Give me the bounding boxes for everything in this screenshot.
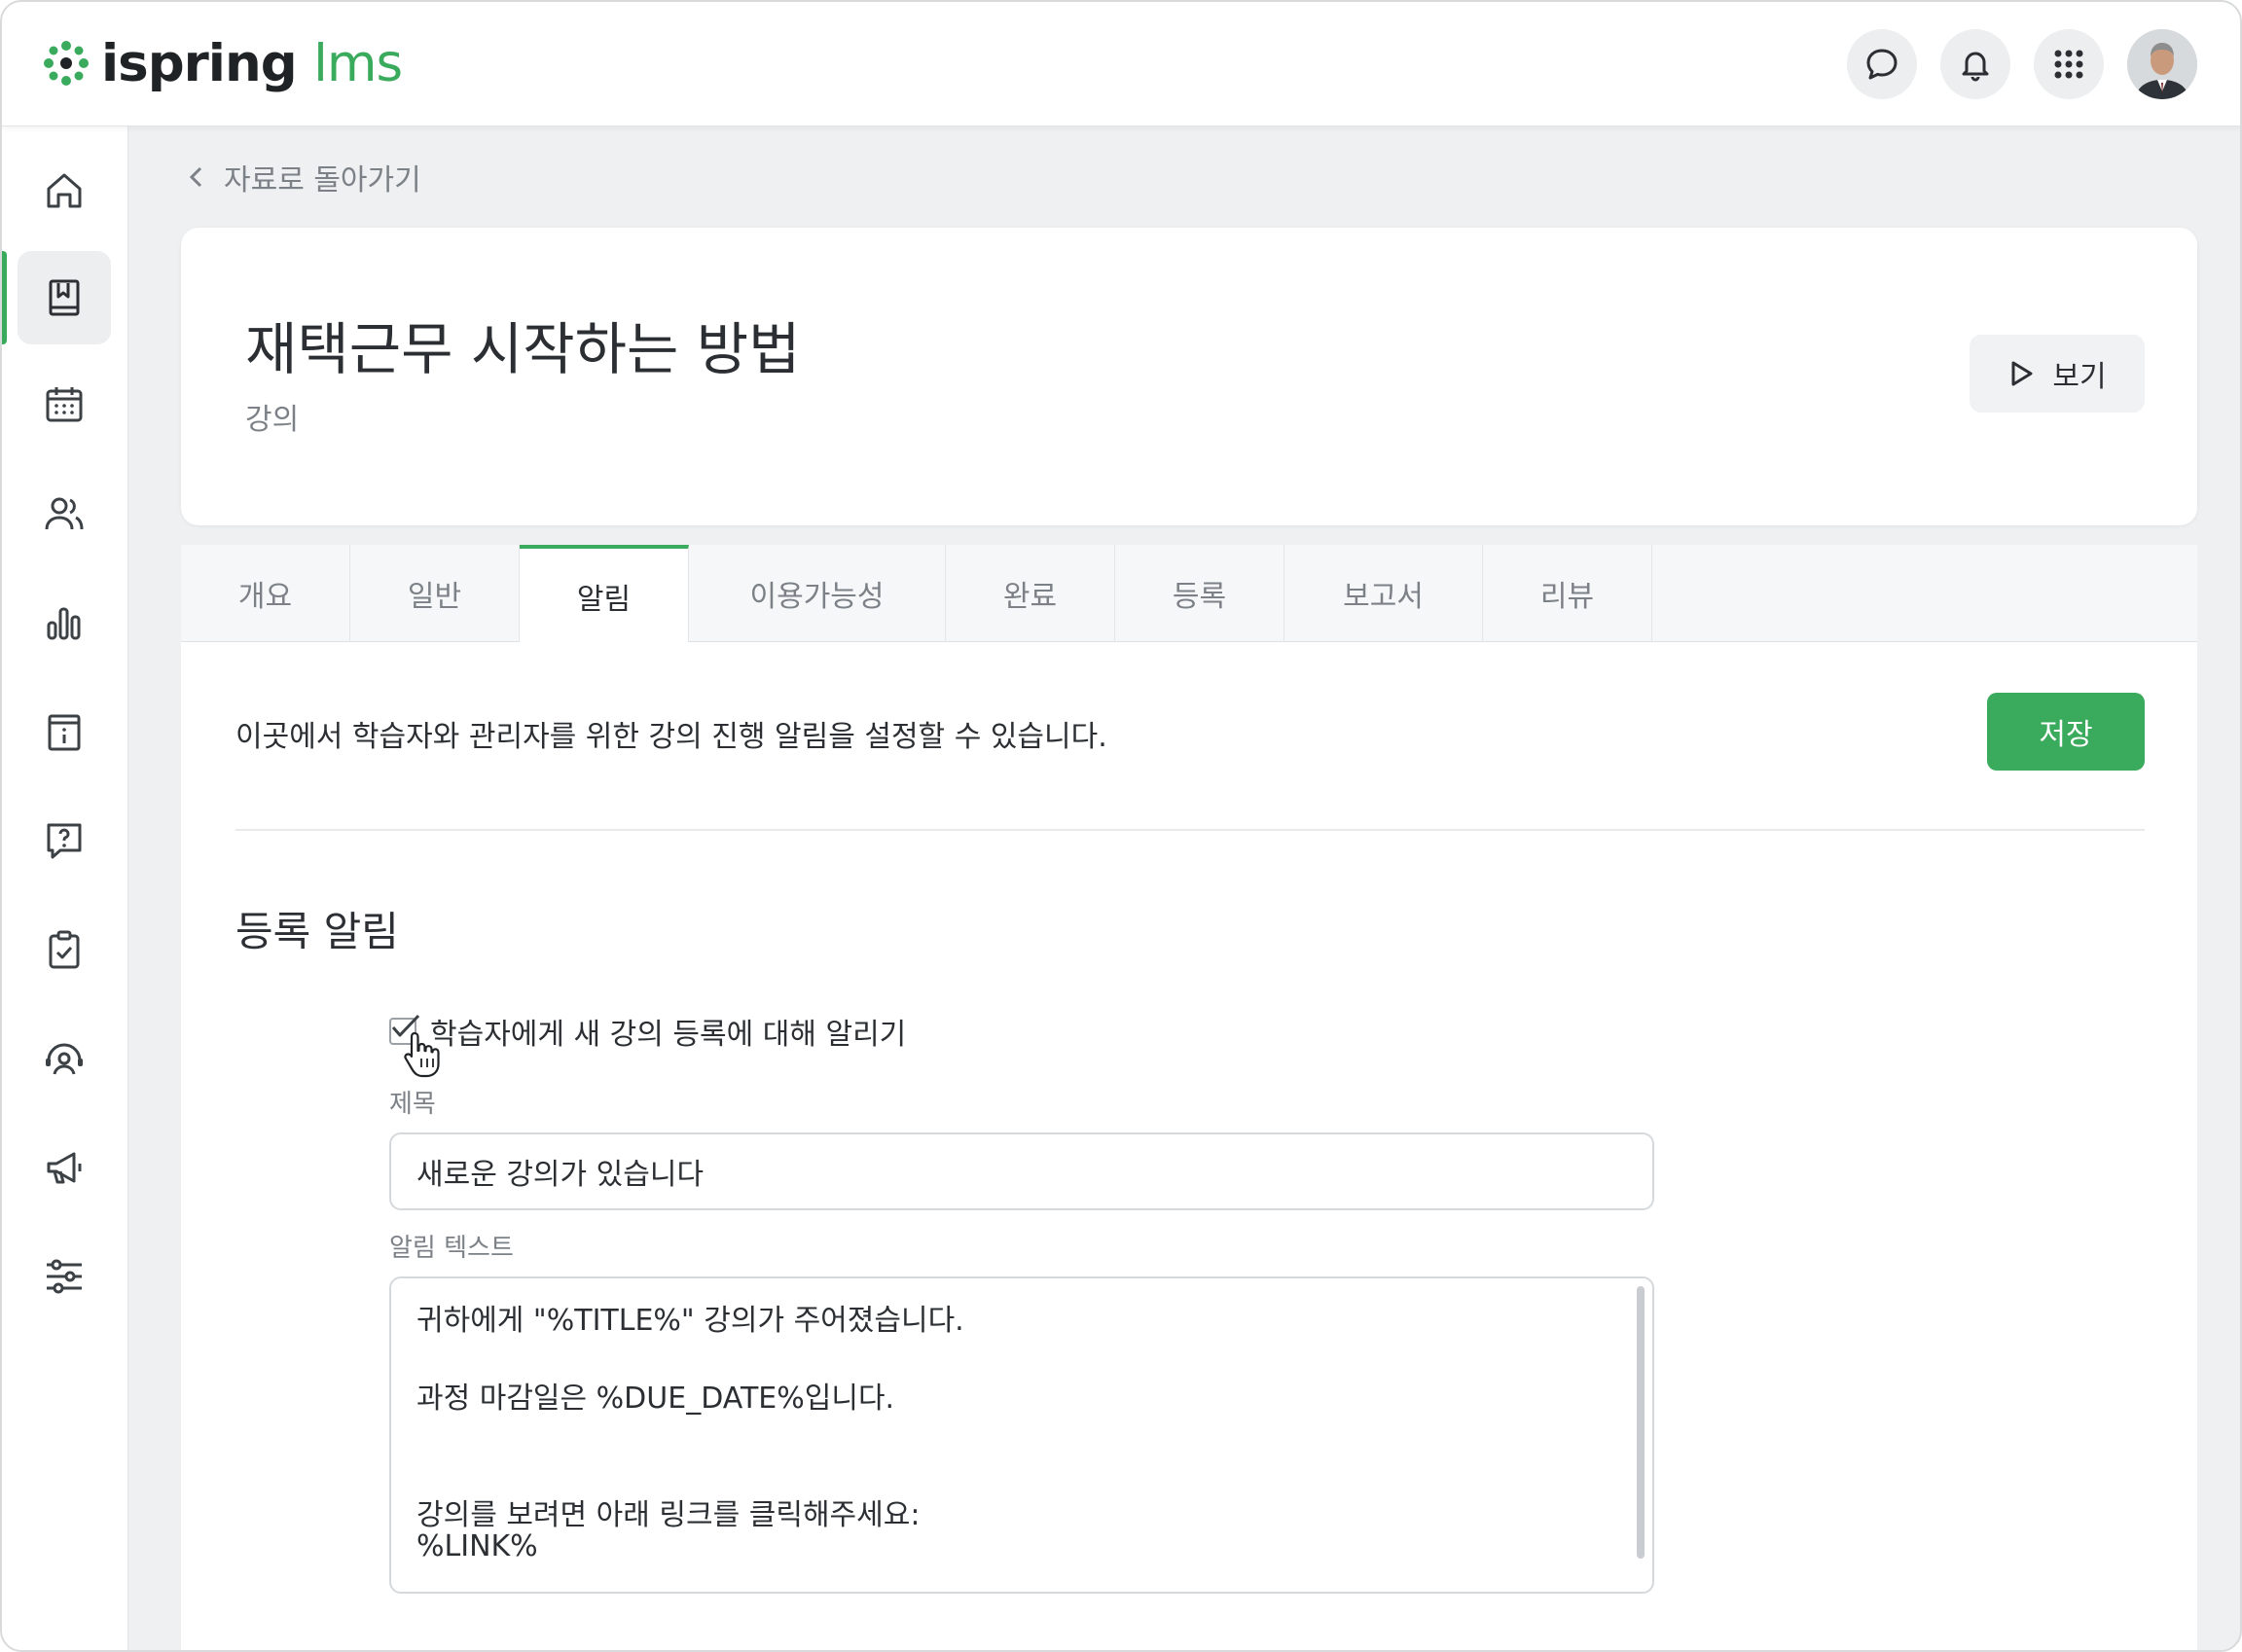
chevron-left-icon	[189, 166, 202, 188]
bell-icon	[1962, 52, 1989, 82]
calendar-icon	[46, 387, 83, 422]
subject-label: 제목	[389, 1090, 436, 1119]
notifications-button[interactable]	[1940, 29, 2010, 99]
sidebar-item-learning[interactable]	[18, 251, 111, 344]
body-line: 귀하에게 "%TITLE%" 강의가 주어졌습니다.	[416, 1304, 964, 1338]
subject-input[interactable]: 새로운 강의가 있습니다	[389, 1132, 1654, 1210]
panel-description: 이곳에서 학습자와 관리자를 위한 강의 진행 알림을 설정할 수 있습니다.	[235, 720, 1107, 754]
course-title: 재택근무 시작하는 방법	[245, 316, 801, 382]
sidebar-item-support[interactable]	[18, 1012, 111, 1105]
chat-icon	[1866, 49, 1898, 80]
tab-reviews[interactable]: 리뷰	[1483, 545, 1652, 642]
user-avatar[interactable]	[2127, 29, 2197, 99]
app-window: ispring lms 자료로 돌아가기 재택근무 시작하는 방법 강의 보기 …	[0, 0, 2242, 1652]
body-line: 과정 마감일은 %DUE_DATE%입니다.	[416, 1382, 895, 1416]
course-header-card: 재택근무 시작하는 방법 강의 보기	[181, 228, 2197, 525]
section-title: 등록 알림	[235, 908, 399, 955]
ispring-logo[interactable]: ispring lms	[41, 31, 403, 95]
home-icon	[47, 173, 82, 208]
question-icon	[47, 823, 82, 859]
tab-general[interactable]: 일반	[350, 545, 520, 642]
view-button[interactable]: 보기	[1970, 335, 2145, 413]
hand-pointer-cursor-icon	[404, 1031, 440, 1078]
learning-book-icon	[49, 279, 80, 316]
tab-availability[interactable]: 이용가능성	[689, 545, 946, 642]
support-agent-icon	[46, 1043, 83, 1075]
sidebar-item-announcements[interactable]	[18, 1121, 111, 1214]
divider	[235, 829, 2145, 831]
tab-reports[interactable]: 보고서	[1284, 545, 1483, 642]
info-board-icon	[48, 714, 81, 751]
tab-completion[interactable]: 완료	[946, 545, 1115, 642]
reports-chart-icon	[47, 607, 81, 640]
textarea-scrollbar[interactable]	[1637, 1286, 1645, 1559]
notifications-panel: 이곳에서 학습자와 관리자를 위한 강의 진행 알림을 설정할 수 있습니다. …	[181, 642, 2197, 1650]
tab-enrollment[interactable]: 등록	[1115, 545, 1284, 642]
logo-mark-icon	[44, 41, 89, 86]
clipboard-check-icon	[49, 930, 80, 969]
sidebar-item-home[interactable]	[18, 144, 111, 237]
body-textarea[interactable]: 귀하에게 "%TITLE%" 강의가 주어졌습니다. 과정 마감일은 %DUE_…	[389, 1276, 1654, 1594]
course-tabs: 개요 일반 알림 이용가능성 완료 등록 보고서 리뷰	[181, 545, 2197, 643]
course-type: 강의	[245, 403, 300, 437]
sidebar-item-settings[interactable]	[18, 1230, 111, 1323]
notify-learners-label: 학습자에게 새 강의 등록에 대해 알리기	[430, 1018, 907, 1052]
body-label: 알림 텍스트	[389, 1234, 514, 1263]
body-line: %LINK%	[416, 1529, 538, 1563]
back-link-label: 자료로 돌아가기	[224, 163, 421, 198]
sidebar-item-assignments[interactable]	[18, 903, 111, 996]
sidebar-active-indicator	[2, 251, 7, 344]
tab-overview[interactable]: 개요	[181, 545, 350, 642]
sidebar-item-calendar[interactable]	[18, 358, 111, 451]
apps-grid-icon	[2054, 50, 2083, 79]
sidebar-item-users[interactable]	[18, 467, 111, 560]
megaphone-icon	[47, 1152, 82, 1184]
save-button[interactable]: 저장	[1987, 693, 2145, 771]
notify-learners-row: 학습자에게 새 강의 등록에 대해 알리기	[389, 1010, 906, 1053]
back-link[interactable]: 자료로 돌아가기	[187, 156, 421, 198]
chat-button[interactable]	[1847, 29, 1917, 99]
sidebar-item-info[interactable]	[18, 685, 111, 778]
apps-button[interactable]	[2034, 29, 2104, 99]
users-icon	[45, 497, 84, 530]
top-bar: ispring lms	[2, 2, 2240, 126]
tab-notifications[interactable]: 알림	[520, 545, 689, 643]
logo-wordmark: ispring lms	[101, 33, 403, 93]
sidebar-item-reports[interactable]	[18, 576, 111, 669]
avatar-photo	[2127, 29, 2197, 99]
play-icon	[2011, 361, 2033, 386]
settings-sliders-icon	[47, 1259, 82, 1294]
view-button-label: 보기	[2052, 360, 2107, 394]
body-line: 강의를 보려면 아래 링크를 클릭해주세요:	[416, 1498, 921, 1532]
sidebar	[2, 126, 128, 1650]
sidebar-item-questions[interactable]	[18, 794, 111, 887]
